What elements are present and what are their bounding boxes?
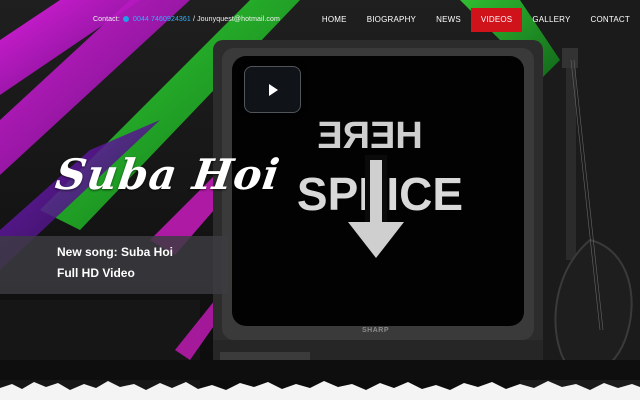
hero-title: Suba Hoi bbox=[52, 150, 284, 199]
contact-phone-link[interactable]: 0044 7460924361 bbox=[133, 16, 191, 23]
video-caption-panel: New song: Suba Hoi Full HD Video bbox=[0, 236, 228, 294]
nav-news[interactable]: NEWS bbox=[426, 8, 471, 32]
nav-videos[interactable]: VIDEOS bbox=[470, 8, 523, 32]
nav-home[interactable]: HOME bbox=[312, 8, 357, 32]
page: HERE SPLICE SHARP Contact: 0044 74609243… bbox=[0, 0, 640, 400]
torn-paper-edge bbox=[0, 381, 640, 400]
phone-icon bbox=[122, 16, 129, 22]
play-video-button[interactable] bbox=[244, 66, 301, 113]
nav-gallery[interactable]: GALLERY bbox=[522, 8, 580, 32]
nav-biography[interactable]: BIOGRAPHY bbox=[357, 8, 426, 32]
screen-top-text: HERE bbox=[317, 115, 423, 157]
tv-brand-label: SHARP bbox=[362, 327, 390, 334]
nav-contact[interactable]: CONTACT bbox=[581, 8, 640, 32]
play-icon bbox=[269, 84, 278, 96]
contact-label: Contact: bbox=[93, 16, 120, 23]
main-nav: HOME BIOGRAPHY NEWS VIDEOS GALLERY CONTA… bbox=[312, 8, 640, 32]
contact-separator: / bbox=[192, 16, 196, 23]
caption-line-2: Full HD Video bbox=[57, 266, 135, 280]
caption-line-1: New song: Suba Hoi bbox=[57, 245, 174, 259]
contact-info: Contact: 0044 7460924361 / Jounyquest@ho… bbox=[93, 16, 280, 23]
background-scene: HERE SPLICE bbox=[0, 0, 640, 400]
contact-email-link[interactable]: Jounyquest@hotmail.com bbox=[197, 16, 280, 23]
